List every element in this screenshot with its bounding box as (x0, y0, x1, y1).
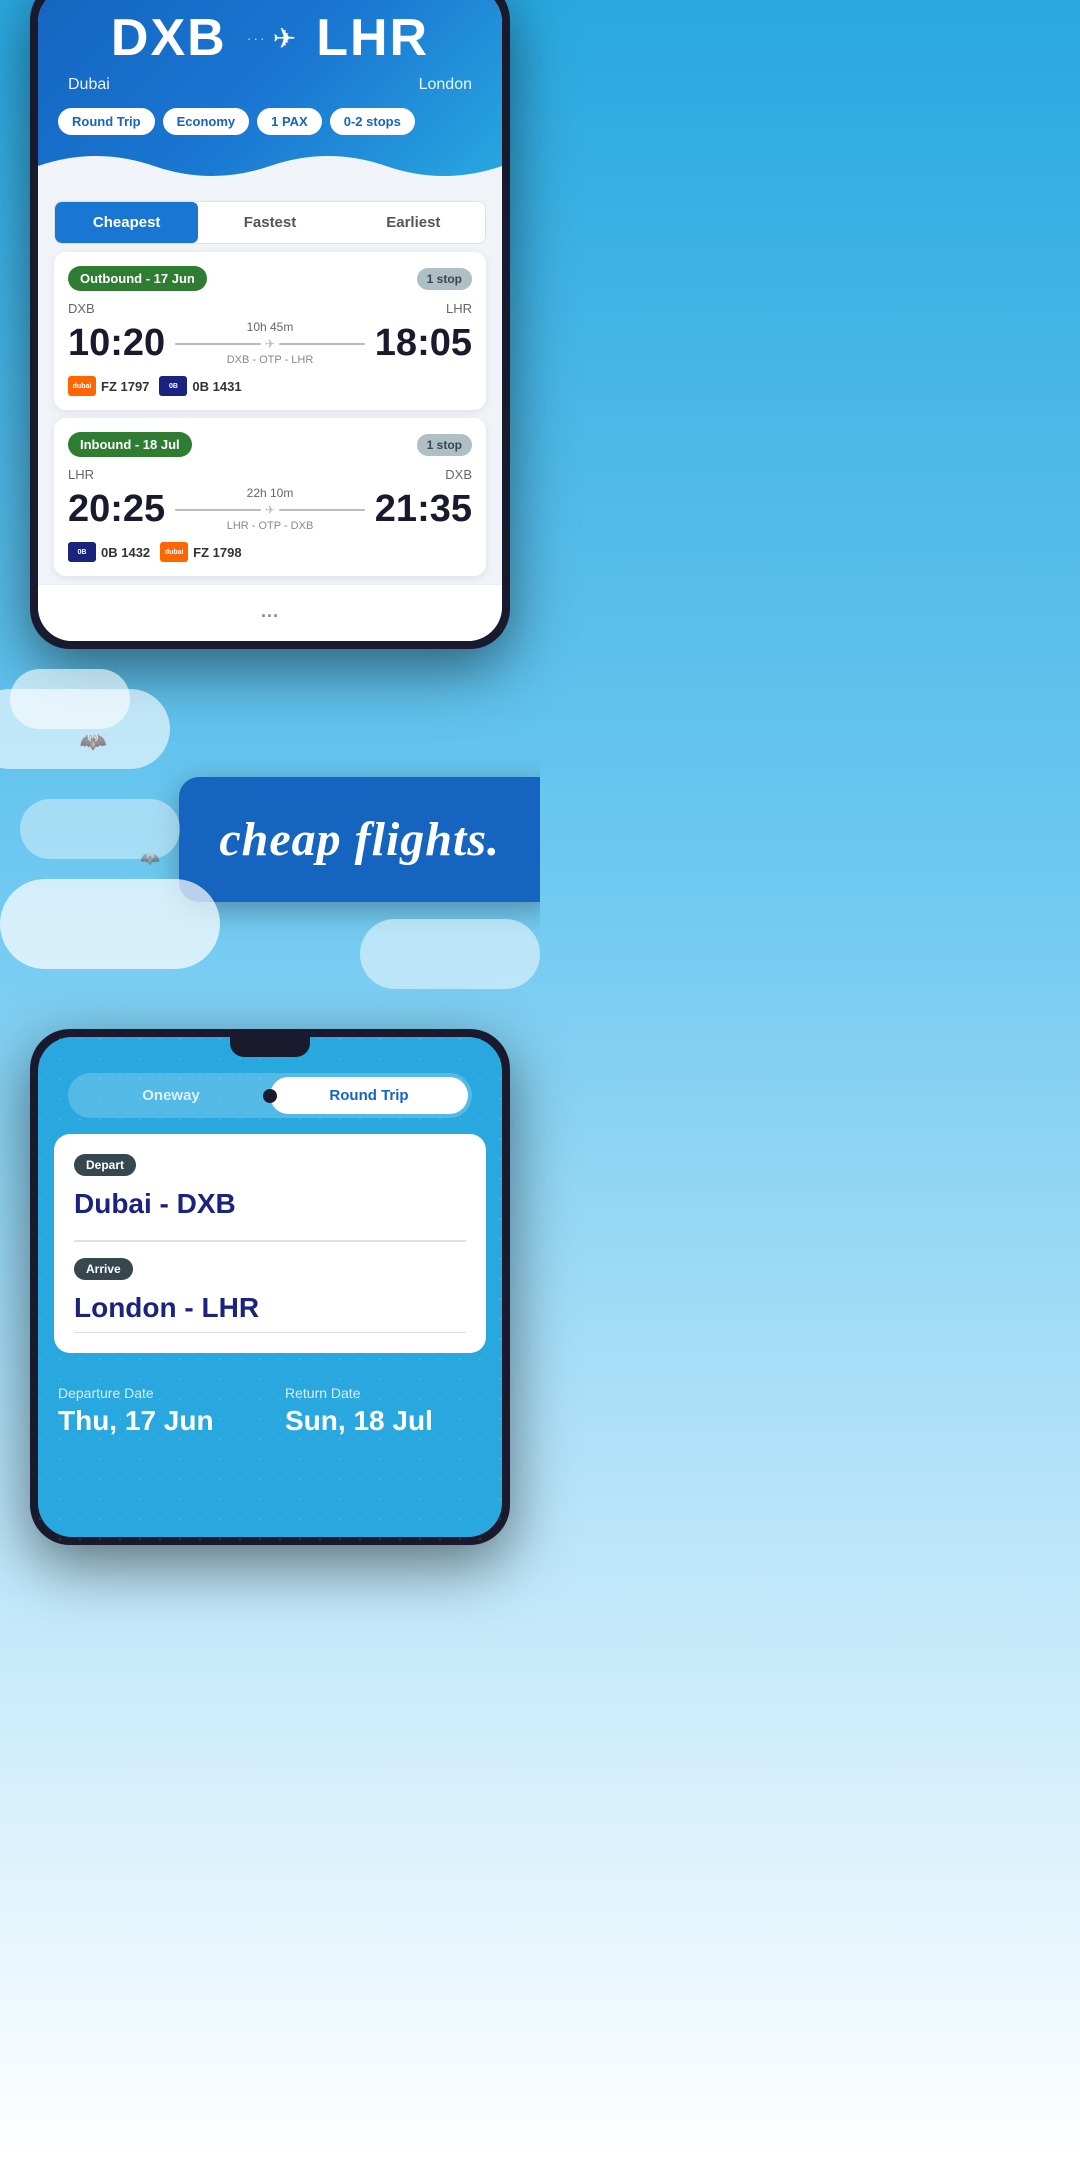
arrive-field-group: Arrive London - LHR (74, 1258, 466, 1328)
inbound-stops-badge: 1 stop (417, 434, 472, 456)
inbound-badge: Inbound - 18 Jul (68, 432, 192, 457)
inbound-dest-airport: DXB (445, 467, 472, 482)
cheap-flights-card: cheap flights. (179, 777, 540, 902)
return-date-label: Return Date (285, 1385, 482, 1401)
tagline-text: cheap flights. (219, 813, 500, 866)
outbound-duration: 10h 45m (175, 320, 365, 334)
inbound-flight-path: 22h 10m ✈ LHR - OTP - DXB (165, 486, 375, 532)
inbound-airline-2-flight: FZ 1798 (193, 545, 241, 560)
inbound-via: LHR - OTP - DXB (175, 520, 365, 532)
tabs-container: Cheapest Fastest Earliest (54, 201, 486, 244)
inbound-card-header: Inbound - 18 Jul 1 stop (68, 432, 472, 457)
outbound-times-row: 10:20 10h 45m ✈ DXB - OTP - LHR 18:05 (68, 320, 472, 366)
outbound-airlines-row: dubai FZ 1797 0B 0B 1431 (68, 376, 472, 396)
phone-1: DXB ··· ✈ LHR Dubai London Round Trip Ec… (30, 0, 510, 649)
outbound-flight-path: 10h 45m ✈ DXB - OTP - LHR (165, 320, 375, 366)
phone1-header: DXB ··· ✈ LHR Dubai London Round Trip Ec… (38, 0, 502, 185)
middle-section: 🦇 🦇 cheap flights. (0, 649, 540, 1029)
price-preview: ··· (38, 584, 502, 641)
pill-trip[interactable]: Round Trip (58, 108, 155, 135)
cloud-bottom-right (360, 919, 540, 989)
inbound-airline-2-logo: dubai (160, 542, 188, 562)
departure-date-value[interactable]: Thu, 17 Jun (58, 1405, 255, 1437)
inbound-dashed-line: ✈ (175, 503, 365, 517)
arrive-value[interactable]: London - LHR (74, 1288, 466, 1328)
outbound-badge: Outbound - 17 Jun (68, 266, 207, 291)
outbound-dashed-line: ✈ (175, 337, 365, 351)
inbound-depart-time: 20:25 (68, 490, 165, 528)
outbound-arrive-time: 18:05 (375, 324, 472, 362)
outbound-airline-1-logo: dubai (68, 376, 96, 396)
pill-stops[interactable]: 0-2 stops (330, 108, 415, 135)
arrive-label: Arrive (74, 1258, 133, 1280)
inbound-plane-icon: ✈ (265, 503, 275, 517)
return-date-group: Return Date Sun, 18 Jul (285, 1385, 482, 1437)
search-section: Depart Dubai - DXB Arrive London - LHR (54, 1134, 486, 1353)
depart-label: Depart (74, 1154, 136, 1176)
inbound-origin-airport: LHR (68, 467, 94, 482)
inbound-airports-row: LHR DXB (68, 467, 472, 482)
outbound-dest-airport: LHR (446, 301, 472, 316)
inbound-airlines-row: 0B 0B 1432 dubai FZ 1798 (68, 542, 472, 562)
field-divider-1 (74, 1240, 466, 1242)
route-row: DXB ··· ✈ LHR (58, 8, 482, 68)
tab-cheapest[interactable]: Cheapest (55, 202, 198, 243)
outbound-airports-row: DXB LHR (68, 301, 472, 316)
outbound-origin-airport: DXB (68, 301, 95, 316)
departure-date-label: Departure Date (58, 1385, 255, 1401)
tab-earliest[interactable]: Earliest (342, 202, 485, 243)
outbound-card-header: Outbound - 17 Jun 1 stop (68, 266, 472, 291)
origin-code: DXB (111, 8, 227, 68)
dates-section: Departure Date Thu, 17 Jun Return Date S… (38, 1369, 502, 1453)
outbound-stops-badge: 1 stop (417, 268, 472, 290)
cloud-bottom-left (0, 879, 220, 969)
outbound-flight-card: Outbound - 17 Jun 1 stop DXB LHR 10:20 1… (54, 252, 486, 410)
wave-separator (38, 146, 502, 186)
departure-date-group: Departure Date Thu, 17 Jun (58, 1385, 255, 1437)
inbound-times-row: 20:25 22h 10m ✈ LHR - OTP - DXB 21:35 (68, 486, 472, 532)
inbound-airline-1-logo: 0B (68, 542, 96, 562)
phone-2: Oneway Round Trip Depart Dubai - DXB Arr… (30, 1029, 510, 1545)
outbound-depart-time: 10:20 (68, 324, 165, 362)
dates-row: Departure Date Thu, 17 Jun Return Date S… (58, 1385, 482, 1437)
plane-icon: ··· ✈ (247, 22, 296, 55)
return-date-value[interactable]: Sun, 18 Jul (285, 1405, 482, 1437)
inbound-airline-1: 0B 0B 1432 (68, 542, 150, 562)
phone-notch (230, 1037, 310, 1057)
outbound-airline-2: 0B 0B 1431 (159, 376, 241, 396)
inbound-duration: 22h 10m (175, 486, 365, 500)
outbound-plane-icon: ✈ (265, 337, 275, 351)
toggle-dot (263, 1089, 277, 1103)
inbound-airline-1-flight: 0B 1432 (101, 545, 150, 560)
outbound-via: DXB - OTP - LHR (175, 354, 365, 366)
cloud-left-2 (10, 669, 130, 729)
depart-field-group: Depart Dubai - DXB (74, 1154, 466, 1224)
dest-city: London (419, 76, 472, 94)
pill-pax[interactable]: 1 PAX (257, 108, 322, 135)
city-row: Dubai London (58, 76, 482, 94)
depart-value[interactable]: Dubai - DXB (74, 1184, 466, 1224)
trip-opt-oneway[interactable]: Oneway (72, 1077, 270, 1114)
field-divider-2 (74, 1332, 466, 1334)
pill-class[interactable]: Economy (163, 108, 250, 135)
outbound-airline-1-flight: FZ 1797 (101, 379, 149, 394)
bat-icon-1: 🦇 (80, 729, 107, 755)
inbound-airline-2: dubai FZ 1798 (160, 542, 241, 562)
trip-type-toggle[interactable]: Oneway Round Trip (68, 1073, 472, 1118)
pills-row: Round Trip Economy 1 PAX 0-2 stops (58, 108, 482, 135)
trip-opt-roundtrip[interactable]: Round Trip (270, 1077, 468, 1114)
outbound-airline-1: dubai FZ 1797 (68, 376, 149, 396)
bat-icon-2: 🦇 (140, 849, 160, 869)
inbound-flight-card: Inbound - 18 Jul 1 stop LHR DXB 20:25 22… (54, 418, 486, 576)
outbound-airline-2-flight: 0B 1431 (192, 379, 241, 394)
tab-fastest[interactable]: Fastest (198, 202, 341, 243)
origin-city: Dubai (68, 76, 110, 94)
outbound-airline-2-logo: 0B (159, 376, 187, 396)
inbound-arrive-time: 21:35 (375, 490, 472, 528)
dest-code: LHR (316, 8, 429, 68)
